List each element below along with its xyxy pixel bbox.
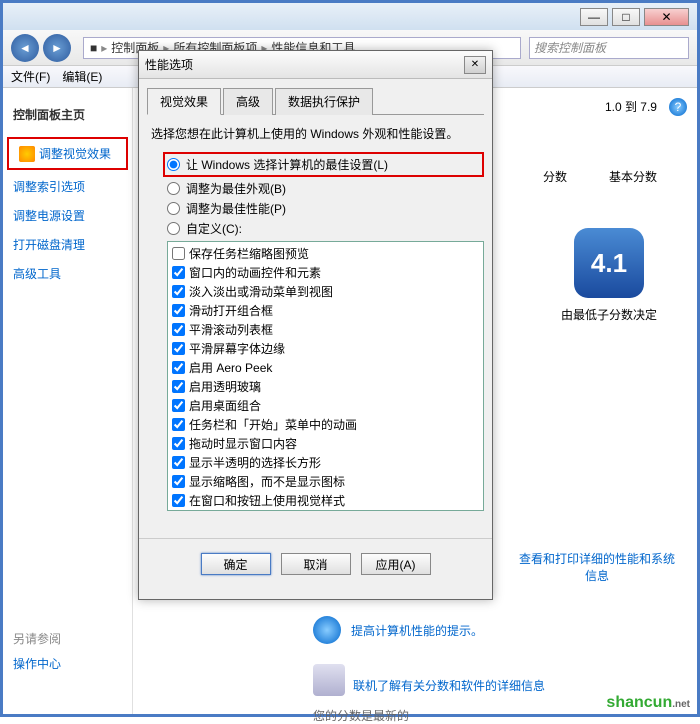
radio-input-3[interactable] [167, 222, 180, 235]
check-item[interactable]: 显示半透明的选择长方形 [170, 453, 481, 472]
cancel-button[interactable]: 取消 [281, 553, 351, 575]
tab-advanced[interactable]: 高级 [223, 88, 273, 115]
radio-best-performance[interactable]: 调整为最佳性能(P) [167, 200, 484, 217]
checkbox[interactable] [172, 456, 185, 469]
score-range: 1.0 到 7.9 [605, 98, 657, 115]
sidebar-item-disk-cleanup[interactable]: 打开磁盘清理 [3, 230, 132, 259]
dialog-titlebar: 性能选项 ✕ [139, 51, 492, 79]
check-item[interactable]: 平滑屏幕字体边缘 [170, 339, 481, 358]
watermark: shancun.net [606, 694, 690, 712]
latest-label: 您的分数是最新的 [313, 707, 409, 724]
checkbox[interactable] [172, 304, 185, 317]
performance-options-dialog: 性能选项 ✕ 视觉效果 高级 数据执行保护 选择您想在此计算机上使用的 Wind… [138, 50, 493, 600]
score-badge: 4.1 [574, 228, 644, 298]
dialog-title: 性能选项 [145, 56, 193, 73]
check-item[interactable]: 滑动打开组合框 [170, 301, 481, 320]
dialog-description: 选择您想在此计算机上使用的 Windows 外观和性能设置。 [151, 125, 480, 142]
checkbox[interactable] [172, 247, 185, 260]
tip-icon [313, 616, 341, 644]
checkbox[interactable] [172, 494, 185, 507]
radio-input-2[interactable] [167, 202, 180, 215]
online-link[interactable]: 联机了解有关分数和软件的详细信息 [353, 677, 553, 694]
check-item[interactable]: 启用透明玻璃 [170, 377, 481, 396]
check-item[interactable]: 在窗口和按钮上使用视觉样式 [170, 491, 481, 510]
score-box: 4.1 由最低子分数决定 [561, 228, 657, 323]
checkbox[interactable] [172, 342, 185, 355]
tab-visual-effects[interactable]: 视觉效果 [147, 88, 221, 115]
sidebar: 控制面板主页 调整视觉效果 调整索引选项 调整电源设置 打开磁盘清理 高级工具 … [3, 88, 133, 714]
check-item[interactable]: 保存任务栏缩略图预览 [170, 244, 481, 263]
ok-button[interactable]: 确定 [201, 553, 271, 575]
check-item[interactable]: 拖动时显示窗口内容 [170, 434, 481, 453]
checkbox[interactable] [172, 437, 185, 450]
forward-button[interactable]: ► [43, 34, 71, 62]
close-button[interactable]: ✕ [644, 8, 689, 26]
sidebar-item-visual-effects[interactable]: 调整视觉效果 [7, 137, 128, 170]
dialog-buttons: 确定 取消 应用(A) [139, 538, 492, 589]
sub-score-label: 分数 [543, 168, 567, 185]
checkbox[interactable] [172, 418, 185, 431]
check-item[interactable]: 平滑滚动列表框 [170, 320, 481, 339]
sidebar-home[interactable]: 控制面板主页 [3, 100, 132, 129]
check-item[interactable]: 显示缩略图，而不是显示图标 [170, 472, 481, 491]
radio-input-0[interactable] [167, 158, 180, 171]
check-item[interactable]: 在窗口下显示阴影 [170, 510, 481, 511]
detail-link[interactable]: 查看和打印详细的性能和系统信息 [517, 550, 677, 584]
help-icon[interactable]: ? [669, 98, 687, 116]
checkbox[interactable] [172, 266, 185, 279]
check-item[interactable]: 启用 Aero Peek [170, 358, 481, 377]
checkbox[interactable] [172, 323, 185, 336]
window-titlebar: — □ ✕ [3, 0, 697, 30]
action-center-link[interactable]: 操作中心 [13, 655, 122, 672]
sidebar-item-indexing[interactable]: 调整索引选项 [3, 172, 132, 201]
online-icon [313, 664, 345, 696]
checkbox[interactable] [172, 285, 185, 298]
tab-dep[interactable]: 数据执行保护 [275, 88, 373, 115]
apply-button[interactable]: 应用(A) [361, 553, 431, 575]
radio-group: 让 Windows 选择计算机的最佳设置(L) 调整为最佳外观(B) 调整为最佳… [147, 152, 484, 237]
checklist[interactable]: 保存任务栏缩略图预览窗口内的动画控件和元素淡入淡出或滑动菜单到视图滑动打开组合框… [167, 241, 484, 511]
maximize-button[interactable]: □ [612, 8, 640, 26]
radio-let-windows-choose[interactable]: 让 Windows 选择计算机的最佳设置(L) [163, 152, 484, 177]
see-also-label: 另请参阅 [13, 630, 122, 647]
radio-input-1[interactable] [167, 182, 180, 195]
basic-score-label: 基本分数 [609, 168, 657, 185]
checkbox[interactable] [172, 380, 185, 393]
score-desc: 由最低子分数决定 [561, 306, 657, 323]
check-item[interactable]: 启用桌面组合 [170, 396, 481, 415]
shield-icon [19, 146, 35, 162]
checkbox[interactable] [172, 361, 185, 374]
check-item[interactable]: 窗口内的动画控件和元素 [170, 263, 481, 282]
sidebar-item-power[interactable]: 调整电源设置 [3, 201, 132, 230]
dialog-close-button[interactable]: ✕ [464, 56, 486, 74]
radio-custom[interactable]: 自定义(C): [167, 220, 484, 237]
search-input[interactable]: 搜索控制面板 [529, 37, 689, 59]
menu-edit[interactable]: 编辑(E) [62, 68, 102, 85]
minimize-button[interactable]: — [580, 8, 608, 26]
sidebar-item-advanced[interactable]: 高级工具 [3, 259, 132, 288]
back-button[interactable]: ◄ [11, 34, 39, 62]
menu-file[interactable]: 文件(F) [11, 68, 50, 85]
radio-best-appearance[interactable]: 调整为最佳外观(B) [167, 180, 484, 197]
checkbox[interactable] [172, 475, 185, 488]
check-item[interactable]: 淡入淡出或滑动菜单到视图 [170, 282, 481, 301]
dialog-tabs: 视觉效果 高级 数据执行保护 [147, 87, 484, 115]
tip-row[interactable]: 提高计算机性能的提示。 [313, 616, 483, 644]
check-item[interactable]: 任务栏和「开始」菜单中的动画 [170, 415, 481, 434]
checkbox[interactable] [172, 399, 185, 412]
